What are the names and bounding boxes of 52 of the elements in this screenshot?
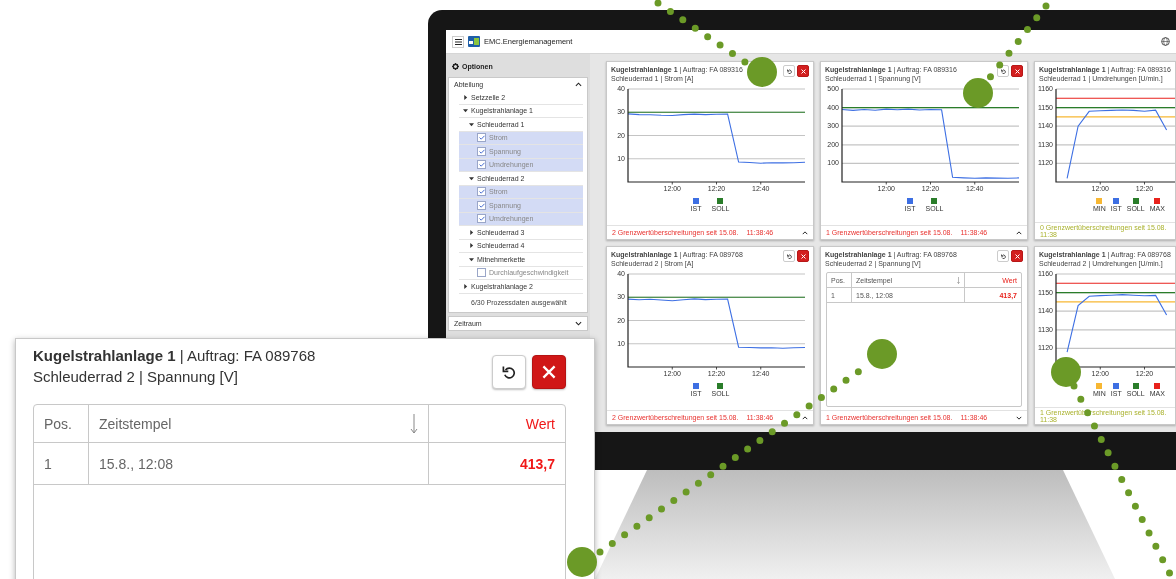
table-cell: 15.8., 12:08	[89, 443, 429, 484]
table-cell-text: 413,7	[518, 454, 556, 474]
checkmark-icon	[478, 162, 485, 168]
connector-dot	[567, 547, 597, 577]
close-icon	[800, 253, 806, 259]
chevron-icon[interactable]	[802, 415, 808, 420]
sort-arrow-icon	[957, 276, 960, 284]
chevron-icon	[575, 320, 582, 326]
app-logo-icon	[468, 36, 480, 47]
chevron-icon[interactable]	[802, 230, 808, 235]
expander-icon	[463, 283, 468, 289]
globe-icon[interactable]	[1161, 37, 1170, 46]
column-header[interactable]: Pos.	[34, 405, 89, 442]
connector-dot	[747, 57, 777, 87]
refresh-icon	[1000, 253, 1006, 259]
connector-dot	[1051, 357, 1081, 387]
refresh-icon	[786, 68, 792, 74]
expander-icon	[463, 94, 468, 100]
column-header[interactable]: Zeitstempel	[89, 405, 429, 442]
card-subtitle: Schleuderrad 2 | Spannung [V]	[33, 367, 239, 387]
expander-icon	[469, 175, 474, 181]
menu-icon	[454, 38, 462, 45]
connector-dot	[867, 339, 897, 369]
refresh-icon	[502, 365, 516, 379]
close-icon	[800, 68, 806, 74]
close-button[interactable]	[797, 65, 809, 77]
chevron-icon[interactable]	[1016, 415, 1022, 420]
close-icon	[1014, 68, 1020, 74]
close-button[interactable]	[797, 250, 809, 262]
expander-icon	[469, 229, 474, 235]
refresh-icon	[1000, 68, 1006, 74]
close-button[interactable]	[1011, 65, 1023, 77]
expander-icon	[463, 108, 468, 114]
expander-icon	[469, 256, 474, 262]
sort-arrow-icon	[410, 412, 418, 435]
refresh-button[interactable]	[492, 355, 526, 389]
close-button[interactable]	[1011, 250, 1023, 262]
refresh-icon	[786, 253, 792, 259]
table-cell: 1	[34, 443, 89, 484]
close-button[interactable]	[532, 355, 566, 389]
close-icon	[1014, 253, 1020, 259]
expander-icon	[469, 121, 474, 127]
connector-dot	[963, 78, 993, 108]
gear-icon	[452, 62, 459, 70]
chevron-icon[interactable]	[1016, 230, 1022, 235]
card-title: Kugelstrahlanlage 1 | Auftrag: FA 089768	[33, 346, 316, 366]
close-icon	[542, 365, 556, 379]
menu-button[interactable]	[452, 35, 464, 48]
expander-icon	[469, 243, 474, 249]
column-header[interactable]: Wert	[429, 405, 565, 442]
chevron-icon	[575, 82, 582, 87]
checkmark-icon	[478, 216, 485, 222]
